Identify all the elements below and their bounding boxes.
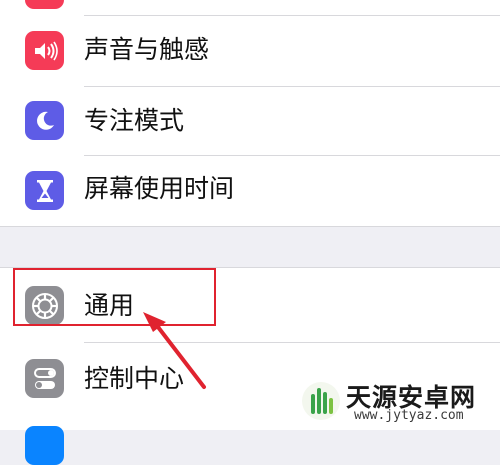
watermark-url: www.jytyaz.com [354,408,464,423]
watermark: 天源安卓网 www.jytyaz.com [302,378,492,426]
annotation-arrow [143,312,206,389]
partial-row-icon [25,426,64,465]
watermark-logo [302,382,340,420]
